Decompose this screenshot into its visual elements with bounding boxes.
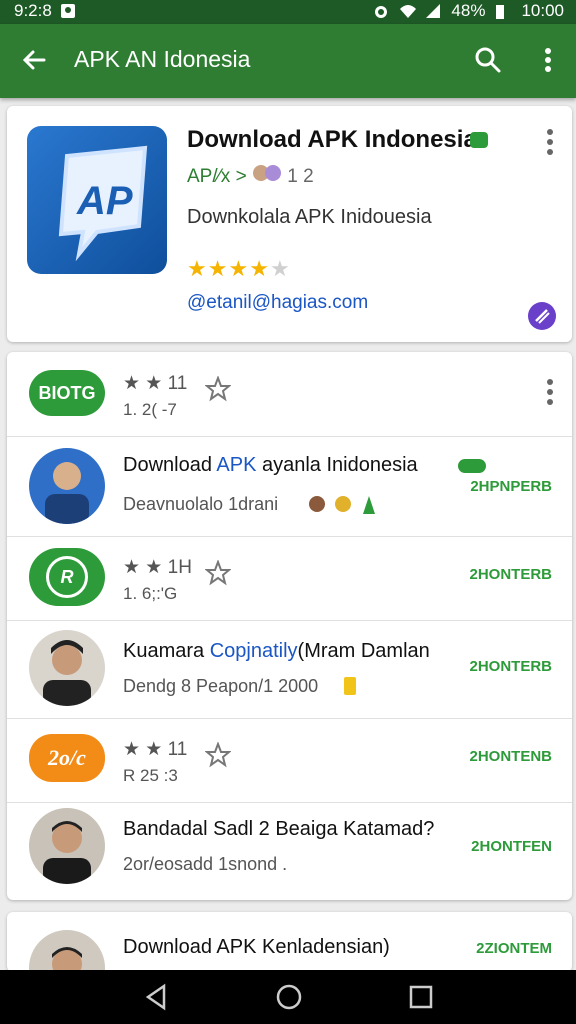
developer-count: 1 2: [287, 166, 314, 187]
list-item[interactable]: BIOTG ★ ★ 11 1. 2( -7: [7, 352, 572, 437]
star-outline-icon[interactable]: [204, 559, 232, 586]
action-button[interactable]: 2HONTERB: [469, 566, 552, 583]
action-button[interactable]: 2HONTENB: [469, 748, 552, 765]
app-bar: APK AN Idonesia: [0, 24, 576, 98]
list-item[interactable]: Kuamara Copjnatily(Mram Damlan Dendg 8 P…: [7, 620, 572, 719]
item-rating: ★ ★ 1H: [123, 557, 192, 578]
battery-icon: [495, 3, 511, 19]
nav-back-icon[interactable]: [142, 982, 172, 1012]
action-button[interactable]: 2HONTFEN: [471, 838, 552, 855]
overflow-menu-icon[interactable]: [536, 44, 560, 76]
star-empty-icon: ★: [269, 256, 291, 281]
developer-line: AP/⁄x > 1 2: [187, 164, 314, 188]
avatar: [29, 808, 105, 884]
list-item[interactable]: Download APK ayanla Inidonesia Deavnuola…: [7, 436, 572, 537]
status-left-text: 9:2:8: [14, 1, 52, 20]
emoji-icons: [309, 496, 375, 514]
action-button[interactable]: 2HPNPERB: [470, 478, 552, 495]
app-bar-title: APK AN Idonesia: [74, 46, 251, 72]
list-item[interactable]: R ★ ★ 1H 1. 6;:'G 2HONTERB: [7, 536, 572, 621]
wifi-icon: [399, 3, 417, 19]
system-nav-bar: [0, 970, 576, 1024]
star-filled-icon: ★: [249, 256, 270, 281]
list-item[interactable]: Bandadal Sadl 2 Beaiga Katamad? 2or/eosa…: [7, 802, 572, 900]
item-name: Download APK ayanla Inidonesia: [123, 454, 418, 476]
gallery-notification-icon: [60, 3, 76, 19]
back-arrow-icon[interactable]: [18, 44, 50, 76]
action-button[interactable]: 2ZIONTEM: [476, 940, 552, 957]
app-list-card: BIOTG ★ ★ 11 1. 2( -7 Download APK ayanl…: [7, 352, 572, 900]
avatar: [29, 448, 105, 524]
app-badge: R: [29, 548, 105, 606]
clock: 10:00: [521, 1, 564, 20]
battery-text: 48%: [451, 1, 486, 20]
item-name: Bandadal Sadl 2 Beaiga Katamad?: [123, 818, 435, 840]
partial-list-card[interactable]: Download APK Kenladensian) 2ZIONTEM: [7, 912, 572, 972]
item-rating: ★ ★ 11: [123, 739, 188, 760]
item-description: 2or/eosadd 1snond .: [123, 854, 288, 874]
star-filled-icon: ★: [187, 256, 208, 281]
item-name: Download APK Kenladensian): [123, 936, 390, 958]
app-badge: 2o/c: [29, 734, 105, 782]
app-icon-text: AP: [76, 179, 133, 223]
developer-avatars-icon: [252, 165, 281, 181]
developer-name: AP/⁄x >: [187, 166, 252, 187]
app-title: Download APK Indonesia: [187, 126, 477, 153]
nav-home-icon[interactable]: [274, 982, 304, 1012]
search-icon[interactable]: [472, 44, 504, 76]
nav-recents-icon[interactable]: [406, 982, 436, 1012]
card-overflow-icon[interactable]: [544, 128, 556, 156]
verified-badge-icon: [470, 132, 488, 148]
item-description: Dendg 8 Peapon/1 2000: [123, 676, 319, 696]
app-description: Downkolala APK Inidouesia: [187, 206, 432, 228]
star-outline-icon[interactable]: [204, 741, 232, 768]
item-sub: R 25 :3: [123, 766, 178, 785]
coin-icon: [344, 677, 356, 695]
item-rating: ★ ★ 11: [123, 373, 188, 394]
star-filled-icon: ★: [228, 256, 250, 281]
developer-email[interactable]: @etanil@hagias.com: [187, 292, 368, 314]
avatar: [29, 630, 105, 706]
action-button[interactable]: 2HONTERB: [469, 658, 552, 675]
item-description: Deavnuolalo 1drani: [123, 494, 279, 514]
edit-fab-icon[interactable]: [528, 302, 556, 330]
signal-icon: [425, 3, 441, 19]
list-item[interactable]: 2o/c ★ ★ 11 R 25 :3 2HONTENB: [7, 718, 572, 803]
tag-icon: [458, 459, 486, 473]
item-sub: 1. 2( -7: [123, 400, 177, 419]
app-icon: AP: [27, 126, 167, 274]
avatar: [29, 930, 105, 970]
alarm-icon: [373, 3, 389, 19]
item-sub: 1. 6;:'G: [123, 584, 178, 603]
app-detail-card[interactable]: AP Download APK Indonesia AP/⁄x > 1 2 Do…: [7, 106, 572, 342]
star-outline-icon[interactable]: [204, 375, 232, 402]
status-bar: 9:2:8 48% 10:00: [0, 0, 576, 24]
item-name: Kuamara Copjnatily(Mram Damlan: [123, 640, 430, 662]
star-filled-icon: ★: [207, 256, 229, 281]
app-badge: BIOTG: [29, 370, 105, 416]
star-rating: ★★★★★: [187, 256, 291, 282]
